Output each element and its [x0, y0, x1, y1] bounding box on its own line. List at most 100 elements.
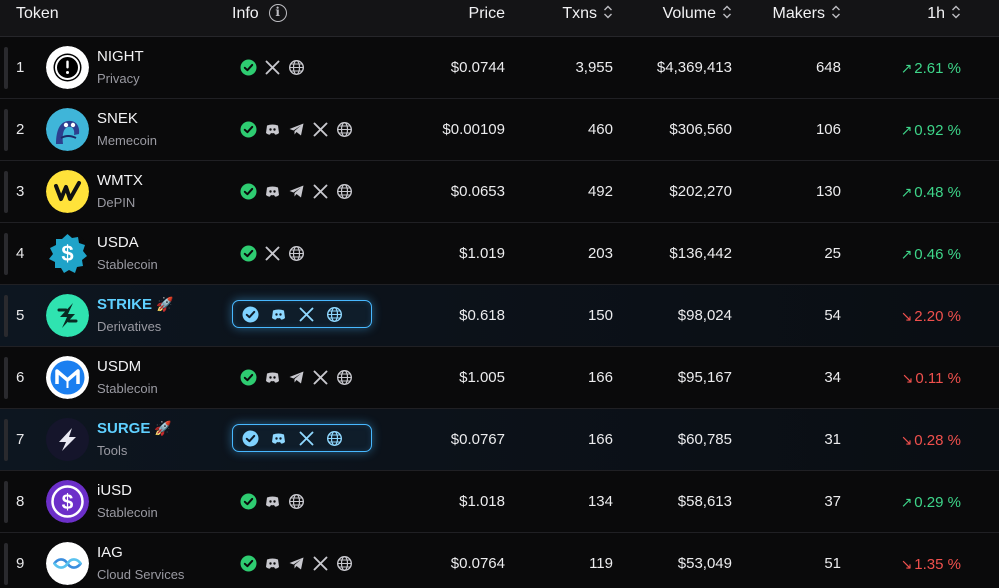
token-name[interactable]: USDA	[97, 234, 139, 251]
change-value: 0.29 %	[914, 494, 961, 511]
x-icon[interactable]	[264, 59, 281, 76]
discord-icon[interactable]	[264, 555, 281, 572]
row-marker	[4, 295, 8, 337]
discord-icon[interactable]	[264, 493, 281, 510]
telegram-icon[interactable]	[288, 555, 305, 572]
token-name[interactable]: WMTX	[97, 172, 143, 189]
header-price[interactable]: Price	[469, 0, 505, 30]
globe-icon[interactable]	[326, 306, 343, 323]
table-row[interactable]: 2 SNEK Memecoin $0.00109 460 $306,560 10…	[0, 99, 999, 161]
discord-icon[interactable]	[270, 306, 287, 323]
globe-icon[interactable]	[336, 555, 353, 572]
globe-icon[interactable]	[336, 121, 353, 138]
table-row[interactable]: 8 $ iUSD Stablecoin $1.018 134 $58,613 3…	[0, 471, 999, 533]
token-change-1h: ↘ 2.20 %	[901, 285, 961, 347]
header-txns-label: Txns	[562, 5, 597, 22]
telegram-icon[interactable]	[288, 369, 305, 386]
discord-icon[interactable]	[264, 183, 281, 200]
globe-icon[interactable]	[336, 183, 353, 200]
arrow-up-right-icon: ↗	[900, 60, 913, 76]
x-icon[interactable]	[312, 555, 329, 572]
x-icon[interactable]	[312, 369, 329, 386]
usda-logo: $	[46, 232, 89, 275]
token-txns: 460	[587, 121, 613, 138]
row-rank: 1	[16, 59, 25, 76]
header-volume[interactable]: Volume	[663, 0, 732, 30]
table-row[interactable]: 6 USDM Stablecoin $1.005 166 $95,167 34 …	[0, 347, 999, 409]
token-links	[240, 243, 305, 263]
x-icon[interactable]	[264, 245, 281, 262]
table-row[interactable]: 1 NIGHT Privacy $0.0744 3,955 $4,369,413…	[0, 37, 999, 99]
verified-icon	[240, 121, 257, 138]
verified-icon	[240, 555, 257, 572]
table-header: Token Info i Price Txns Volume Makers 1h	[0, 0, 999, 37]
header-token[interactable]: Token	[16, 0, 59, 30]
x-icon[interactable]	[312, 121, 329, 138]
telegram-icon[interactable]	[288, 121, 305, 138]
change-value: 2.61 %	[914, 60, 961, 77]
row-rank: 6	[16, 369, 25, 386]
header-change-1h[interactable]: 1h	[927, 0, 961, 30]
token-category: Stablecoin	[97, 505, 158, 520]
token-txns: 492	[587, 183, 613, 200]
token-change-1h: ↗ 0.92 %	[901, 99, 961, 161]
x-icon[interactable]	[298, 306, 315, 323]
arrow-up-right-icon: ↗	[900, 184, 913, 200]
token-name[interactable]: STRIKE 🚀	[97, 296, 173, 313]
token-name[interactable]: iUSD	[97, 482, 132, 499]
token-name[interactable]: SNEK	[97, 110, 138, 127]
x-icon[interactable]	[298, 430, 315, 447]
token-volume: $136,442	[669, 245, 732, 262]
sort-icon	[832, 5, 840, 19]
globe-icon[interactable]	[288, 493, 305, 510]
globe-icon[interactable]	[288, 59, 305, 76]
arrow-up-right-icon: ↗	[900, 494, 913, 510]
token-name-text: SURGE	[97, 420, 151, 437]
table-row[interactable]: 5 STRIKE 🚀 Derivatives $0.618 150 $98,024…	[0, 285, 999, 347]
table-row[interactable]: 9 IAG Cloud Services $0.0764 119 $53,049…	[0, 533, 999, 588]
token-txns: 203	[587, 245, 613, 262]
header-change-label: 1h	[927, 5, 945, 22]
token-change-1h: ↗ 2.61 %	[901, 37, 961, 99]
table-row[interactable]: 7 SURGE 🚀 Tools $0.0767 166 $60,785 31 ↘ 0…	[0, 409, 999, 471]
token-makers: 25	[824, 245, 841, 262]
info-icon[interactable]: i	[268, 4, 287, 22]
token-volume: $95,167	[677, 369, 732, 386]
token-price: $1.019	[459, 245, 505, 262]
globe-icon[interactable]	[288, 245, 305, 262]
discord-icon[interactable]	[270, 430, 287, 447]
token-links	[240, 491, 305, 511]
token-links	[240, 181, 353, 201]
table-row[interactable]: 3 WMTX DePIN $0.0653 492 $202,270 130 ↗ 0…	[0, 161, 999, 223]
header-makers[interactable]: Makers	[773, 0, 841, 30]
x-icon[interactable]	[312, 183, 329, 200]
row-rank: 9	[16, 555, 25, 572]
change-value: 2.20 %	[914, 308, 961, 325]
discord-icon[interactable]	[264, 121, 281, 138]
telegram-icon[interactable]	[288, 183, 305, 200]
globe-icon[interactable]	[336, 369, 353, 386]
token-volume: $58,613	[677, 493, 732, 510]
token-name-text: USDA	[97, 234, 139, 251]
token-name-text: iUSD	[97, 482, 133, 499]
token-category: Memecoin	[97, 133, 157, 148]
token-volume: $202,270	[669, 183, 732, 200]
strike-logo	[46, 294, 89, 337]
token-name[interactable]: IAG	[97, 544, 123, 561]
row-rank: 8	[16, 493, 25, 510]
token-txns: 166	[587, 431, 613, 448]
discord-icon[interactable]	[264, 369, 281, 386]
token-volume: $60,785	[677, 431, 732, 448]
token-makers: 34	[824, 369, 841, 386]
token-category: Stablecoin	[97, 257, 158, 272]
table-row[interactable]: 4 $ USDA Stablecoin $1.019 203 $136,442 …	[0, 223, 999, 285]
token-name[interactable]: SURGE 🚀	[97, 420, 172, 437]
token-name[interactable]: NIGHT	[97, 48, 144, 65]
globe-icon[interactable]	[326, 430, 343, 447]
token-makers: 37	[824, 493, 841, 510]
row-marker	[4, 171, 8, 213]
token-links	[240, 57, 305, 77]
change-value: 0.48 %	[914, 184, 961, 201]
token-name[interactable]: USDM	[97, 358, 141, 375]
header-txns[interactable]: Txns	[562, 0, 613, 30]
